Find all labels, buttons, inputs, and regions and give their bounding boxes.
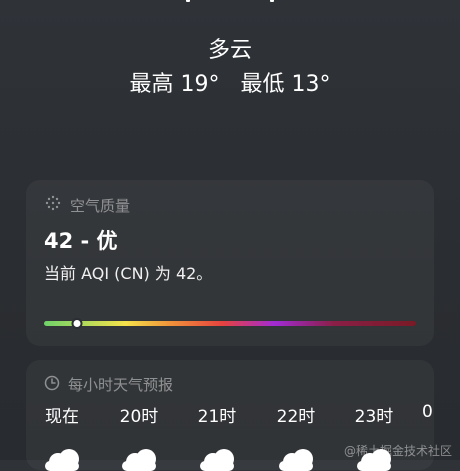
aqi-scale-bar <box>44 318 416 329</box>
hour-item: 22时 <box>266 402 326 471</box>
hour-label: 现在 <box>45 407 79 427</box>
cloud-icon <box>122 447 156 471</box>
high-low-temps: 最高 19° 最低 13° <box>0 66 460 98</box>
hour-item: 20时 <box>109 402 169 471</box>
clock-icon <box>44 375 60 395</box>
aqi-value: 42 - 优 <box>44 229 118 253</box>
hour-label: 20时 <box>119 407 159 427</box>
watermark: @稀土掘金技术社区 <box>343 444 452 458</box>
weather-condition: 多云 <box>207 38 252 63</box>
hourly-forecast-title: 每小时天气预报 <box>68 376 174 394</box>
aqi-description: 当前 AQI (CN) 为 42。 <box>44 264 213 283</box>
air-quality-card[interactable]: 空气质量 42 - 优 当前 AQI (CN) 为 42。 <box>26 180 434 346</box>
hour-label: 0 <box>422 402 433 422</box>
low-temp: 最低 13° <box>240 72 331 97</box>
cloud-icon <box>200 447 234 471</box>
hour-label: 23时 <box>354 407 394 427</box>
hour-label: 21时 <box>197 407 237 427</box>
aqi-level-marker <box>71 318 83 329</box>
air-quality-title: 空气质量 <box>70 196 131 215</box>
air-quality-header: 空气质量 <box>44 194 130 216</box>
hour-item: 0 <box>422 402 442 422</box>
hourly-forecast-header: 每小时天气预报 <box>44 374 173 395</box>
cloud-icon <box>279 447 313 471</box>
top-temperature-fragment <box>0 0 460 6</box>
cloud-icon <box>45 447 79 471</box>
air-quality-icon <box>44 194 62 216</box>
hour-item: 21时 <box>187 402 247 471</box>
hour-label: 22时 <box>276 407 316 427</box>
high-temp: 最高 19° <box>129 72 220 97</box>
hour-item: 现在 <box>32 402 92 471</box>
